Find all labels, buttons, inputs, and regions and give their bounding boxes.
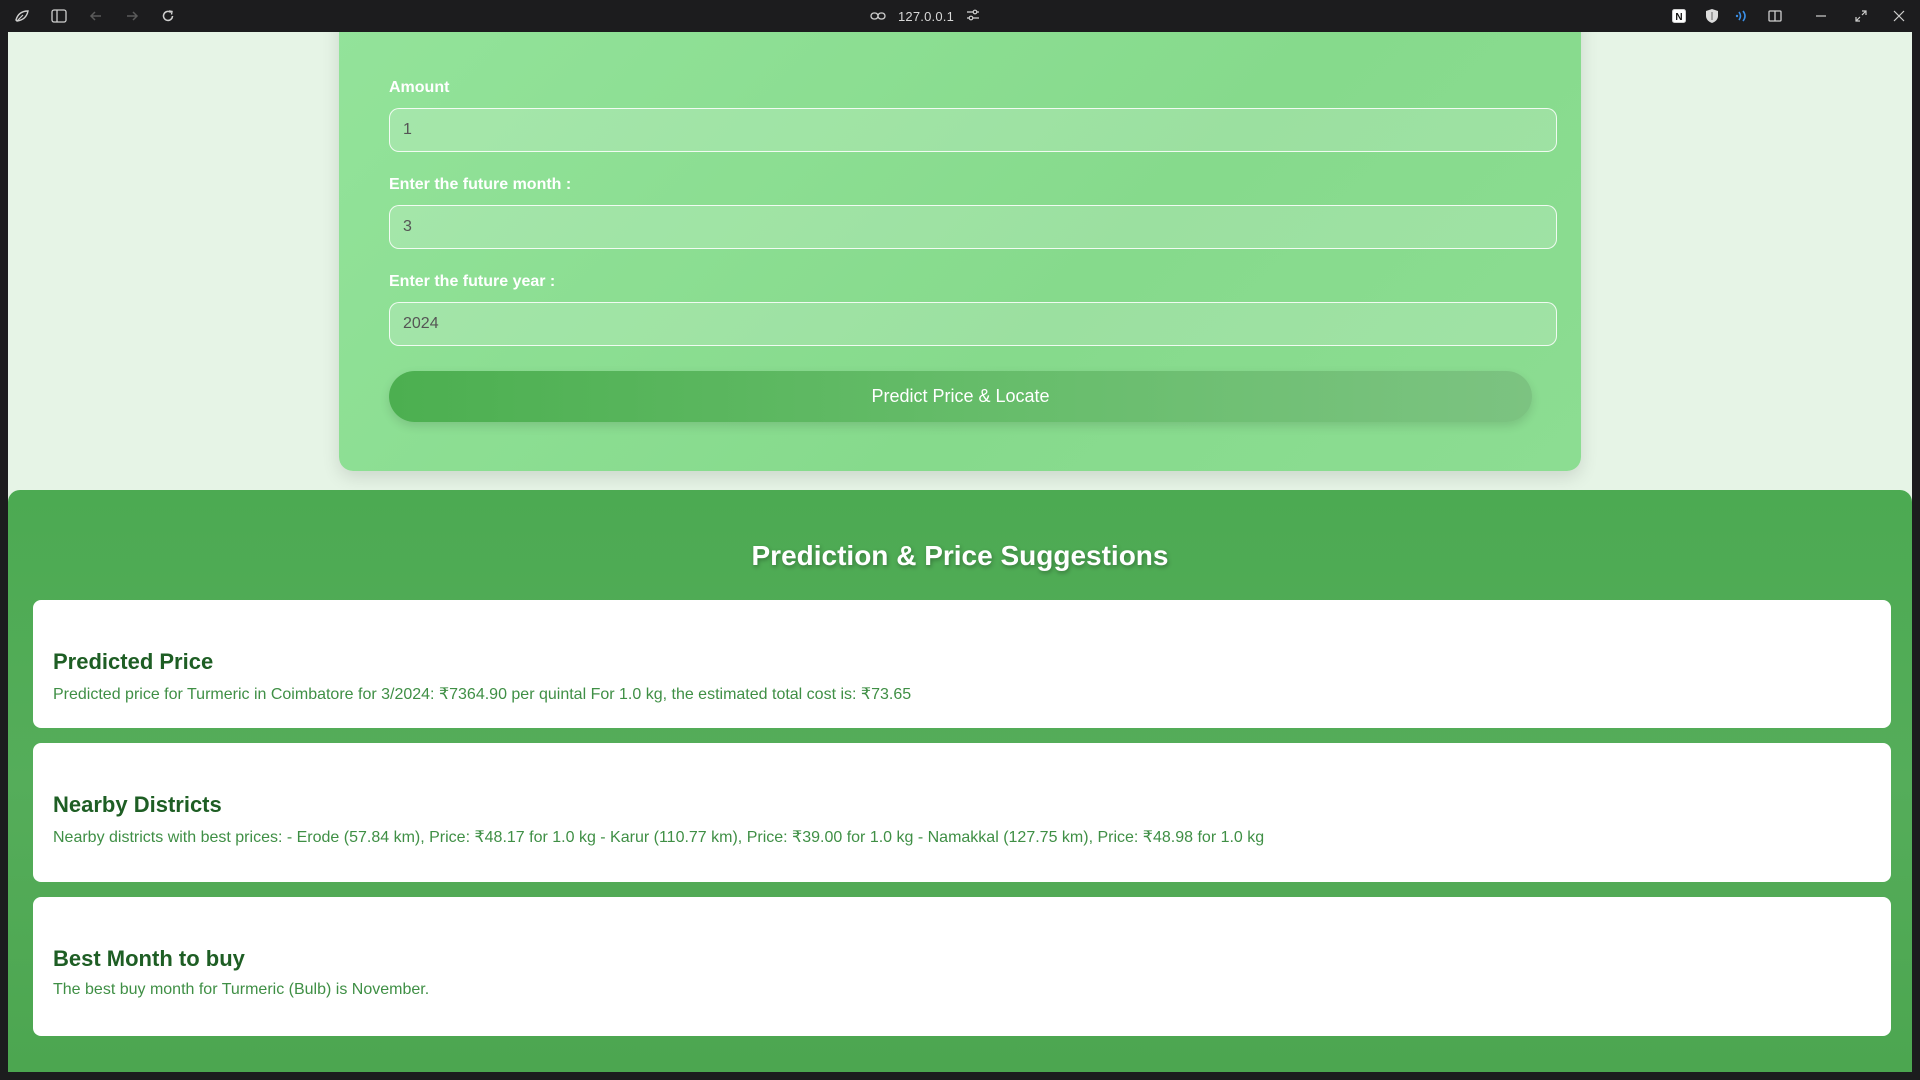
predict-price-locate-button[interactable]: Predict Price & Locate (389, 371, 1532, 422)
split-view-icon[interactable] (1765, 6, 1785, 26)
page-viewport: Amount Enter the future month : Enter th… (8, 32, 1912, 1072)
best-month-card: Best Month to buy The best buy month for… (33, 897, 1891, 1036)
window-bottom-border (0, 1072, 1920, 1080)
minimize-icon[interactable] (1811, 6, 1831, 26)
results-section: Prediction & Price Suggestions Predicted… (8, 490, 1912, 1072)
nearby-districts-card: Nearby Districts Nearby districts with b… (33, 743, 1891, 882)
svg-text:N: N (1675, 12, 1682, 23)
shield-icon[interactable] (1702, 6, 1722, 26)
address-bar[interactable]: 127.0.0.1 (870, 5, 980, 27)
amount-label: Amount (389, 79, 450, 96)
wave-icon[interactable] (1733, 6, 1753, 26)
amount-input[interactable] (389, 108, 1557, 152)
future-month-input[interactable] (389, 205, 1557, 249)
notion-icon[interactable]: N (1669, 6, 1689, 26)
browser-titlebar: 127.0.0.1 N (0, 0, 1920, 32)
results-title: Prediction & Price Suggestions (751, 540, 1169, 571)
url-text: 127.0.0.1 (898, 8, 955, 24)
predicted-price-text: Predicted price for Turmeric in Coimbato… (53, 686, 912, 703)
sidebar-icon[interactable] (49, 6, 69, 26)
close-icon[interactable] (1889, 6, 1909, 26)
best-month-heading: Best Month to buy (53, 946, 245, 971)
best-month-text: The best buy month for Turmeric (Bulb) i… (53, 981, 430, 998)
link-icon (870, 9, 886, 24)
arrow-left-icon[interactable] (86, 6, 106, 26)
reload-icon[interactable] (158, 6, 178, 26)
predicted-price-heading: Predicted Price (53, 649, 214, 674)
future-year-label: Enter the future year : (389, 273, 556, 290)
arrow-right-icon[interactable] (122, 6, 142, 26)
future-month-label: Enter the future month : (389, 176, 572, 193)
nearby-districts-heading: Nearby Districts (53, 792, 222, 817)
nearby-districts-text: Nearby districts with best prices: - Ero… (53, 829, 1265, 846)
predicted-price-card: Predicted Price Predicted price for Turm… (33, 600, 1891, 728)
future-year-input[interactable] (389, 302, 1557, 346)
sliders-icon[interactable] (966, 9, 980, 24)
leaf-logo-icon[interactable] (12, 6, 32, 26)
restore-icon[interactable] (1851, 6, 1871, 26)
prediction-form: Amount Enter the future month : Enter th… (339, 32, 1581, 471)
